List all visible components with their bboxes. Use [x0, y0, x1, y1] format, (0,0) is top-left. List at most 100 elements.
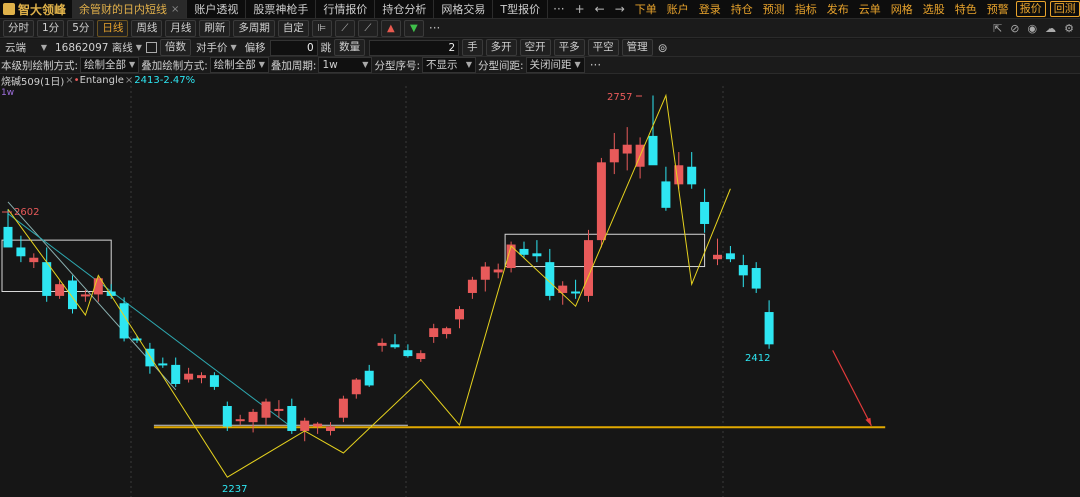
- menu-item[interactable]: 账户: [662, 1, 694, 17]
- menu-item[interactable]: 下单: [630, 1, 662, 17]
- candle-body: [648, 135, 658, 166]
- menu-item[interactable]: 预测: [758, 1, 790, 17]
- candle-body: [519, 248, 529, 255]
- tab-label: 网格交易: [441, 3, 486, 16]
- order-action-button[interactable]: 平多: [553, 39, 585, 56]
- forward-arrow-icon[interactable]: →: [610, 2, 630, 16]
- candle-body: [700, 201, 710, 224]
- menu-item[interactable]: 网格: [886, 1, 918, 17]
- quantity-button[interactable]: 数量: [334, 39, 366, 56]
- candle-body: [351, 379, 361, 395]
- menu-item[interactable]: 持仓: [726, 1, 758, 17]
- order-action-button[interactable]: 管理: [621, 39, 653, 56]
- tab-item[interactable]: 行情报价: [316, 0, 376, 19]
- chevron-down-icon: ▼: [230, 42, 237, 52]
- order-action-button[interactable]: 多开: [485, 39, 517, 56]
- level-draw-select[interactable]: 绘制全部 ▼: [80, 57, 140, 73]
- candlestick-chart[interactable]: 2757 2602 2412 2237: [0, 86, 1080, 497]
- unit-button[interactable]: 手: [462, 39, 483, 56]
- order-action-button[interactable]: 空开: [519, 39, 551, 56]
- cloud-icon[interactable]: ☁: [1045, 22, 1056, 35]
- candle-body: [158, 363, 168, 366]
- multiple-button[interactable]: 倍数: [160, 39, 191, 56]
- menu-item-boxed[interactable]: 回测: [1049, 1, 1080, 17]
- tab-item[interactable]: 余管财的日内短线 ×: [72, 0, 188, 19]
- tab-item[interactable]: T型报价: [493, 0, 549, 19]
- period-button[interactable]: 多周期: [233, 19, 275, 37]
- close-icon[interactable]: ×: [125, 75, 133, 86]
- candle-body: [338, 398, 348, 418]
- target-icon[interactable]: ⊘: [1010, 22, 1019, 35]
- price-label: 2757: [607, 92, 632, 103]
- toolbar-more-icon[interactable]: ···: [424, 21, 445, 35]
- tab-label: 行情报价: [323, 3, 368, 16]
- tab-item[interactable]: 持仓分析: [375, 0, 435, 19]
- more-tabs-icon[interactable]: ···: [548, 2, 569, 16]
- period-button[interactable]: 自定: [277, 19, 309, 37]
- gap-select[interactable]: 关闭间距 ▼: [525, 57, 585, 73]
- arrow-head-icon: [865, 417, 872, 426]
- menu-item[interactable]: 特色: [950, 1, 982, 17]
- candle-body: [751, 268, 761, 289]
- menu-item[interactable]: 登录: [694, 1, 726, 17]
- menu-item[interactable]: 发布: [822, 1, 854, 17]
- offset-input[interactable]: 0: [269, 39, 318, 56]
- candle-body: [571, 291, 581, 294]
- period-button[interactable]: 分时: [3, 19, 34, 37]
- candle-body: [738, 265, 748, 276]
- level-draw-label: 本级别绘制方式:: [1, 59, 79, 72]
- level-draw-value: 绘制全部: [84, 59, 127, 71]
- period-buttons: 分时 1分 5分 日线 周线 月线 刷新 多周期 自定: [0, 19, 309, 37]
- period-button[interactable]: 日线: [97, 19, 129, 37]
- overlay-period-select[interactable]: 1w ▼: [318, 57, 373, 73]
- candle-body: [261, 401, 271, 418]
- period-button[interactable]: 1分: [37, 19, 65, 37]
- tab-item[interactable]: 股票神枪手: [246, 0, 317, 19]
- candle-body: [725, 253, 735, 260]
- candle-body: [609, 149, 619, 163]
- symbol-select[interactable]: 云端 ▼: [2, 41, 50, 55]
- close-icon[interactable]: ×: [65, 75, 73, 86]
- settings-icon[interactable]: ⚙: [1064, 22, 1074, 35]
- menu-item[interactable]: 选股: [918, 1, 950, 17]
- period-button[interactable]: 5分: [67, 19, 95, 37]
- link-icon[interactable]: ⊚: [653, 41, 673, 55]
- candle-body: [274, 408, 284, 411]
- drawing-tool-icon[interactable]: ⊫: [311, 19, 332, 37]
- price-type-select[interactable]: 对手价 ▼: [193, 41, 240, 55]
- pin-icon[interactable]: ⇱: [993, 22, 1002, 35]
- period-button[interactable]: 月线: [165, 19, 197, 37]
- app-name: 智大领峰: [18, 2, 67, 17]
- period-button[interactable]: 周线: [131, 19, 163, 37]
- price-type-value: 对手价: [196, 41, 228, 54]
- multiple-checkbox[interactable]: [146, 42, 157, 53]
- menu-item-boxed[interactable]: 报价: [1015, 1, 1046, 17]
- back-arrow-icon[interactable]: ←: [590, 2, 610, 16]
- menu-item[interactable]: 预警: [982, 1, 1014, 17]
- add-tab-icon[interactable]: +: [570, 2, 590, 16]
- sell-arrow-icon[interactable]: ▼: [403, 19, 424, 37]
- candle-body: [661, 181, 671, 208]
- tab-item[interactable]: 账户透视: [187, 0, 247, 19]
- symbol-value: 云端: [5, 41, 26, 54]
- tab-item[interactable]: 网格交易: [434, 0, 494, 19]
- candle-body: [55, 284, 65, 296]
- seq-select[interactable]: 不显示 ▼: [422, 57, 476, 73]
- quantity-input[interactable]: 2: [369, 39, 460, 56]
- tab-label: 余管财的日内短线: [79, 3, 168, 16]
- menu-item[interactable]: 指标: [790, 1, 822, 17]
- order-action-button[interactable]: 平空: [587, 39, 619, 56]
- chevron-down-icon: ▼: [574, 60, 581, 69]
- overlay-draw-label: 叠加绘制方式:: [141, 59, 208, 72]
- menu-item[interactable]: 云单: [854, 1, 886, 17]
- candle-body: [687, 166, 697, 185]
- ray-tool-icon[interactable]: ⟋: [357, 19, 378, 37]
- eye-icon[interactable]: ◉: [1028, 22, 1038, 35]
- period-button[interactable]: 刷新: [199, 19, 231, 37]
- settings-more-icon[interactable]: ···: [585, 58, 606, 72]
- overlay-draw-select[interactable]: 绘制全部 ▼: [209, 57, 269, 73]
- close-icon[interactable]: ×: [171, 4, 179, 15]
- buy-arrow-icon[interactable]: ▲: [380, 19, 401, 37]
- account-select[interactable]: 16862097 离线 ▼: [52, 41, 142, 55]
- line-tool-icon[interactable]: ⟋: [334, 19, 355, 37]
